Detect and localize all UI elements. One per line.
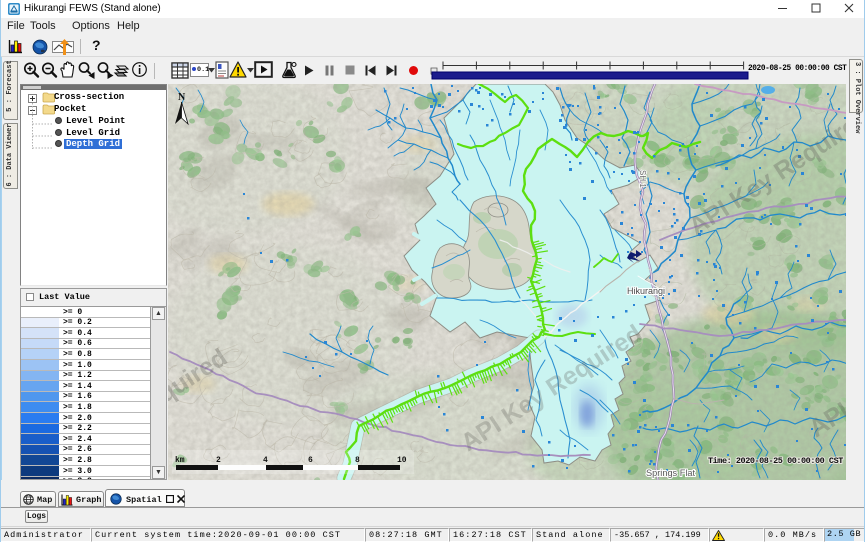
- svg-text:N: N: [178, 92, 186, 103]
- svg-text:SH 1: SH 1: [638, 170, 647, 188]
- svg-text:km: km: [175, 456, 185, 465]
- svg-text:10: 10: [397, 456, 407, 465]
- svg-text:Time: 2020-08-25 00:00:00 CST: Time: 2020-08-25 00:00:00 CST: [708, 456, 843, 466]
- svg-text:4: 4: [263, 456, 268, 465]
- svg-text:6: 6: [308, 456, 313, 465]
- svg-text:Hikurangi: Hikurangi: [627, 286, 665, 296]
- svg-text:8: 8: [355, 456, 360, 465]
- svg-text:2: 2: [216, 456, 221, 465]
- svg-text:Springs Flat: Springs Flat: [646, 468, 695, 478]
